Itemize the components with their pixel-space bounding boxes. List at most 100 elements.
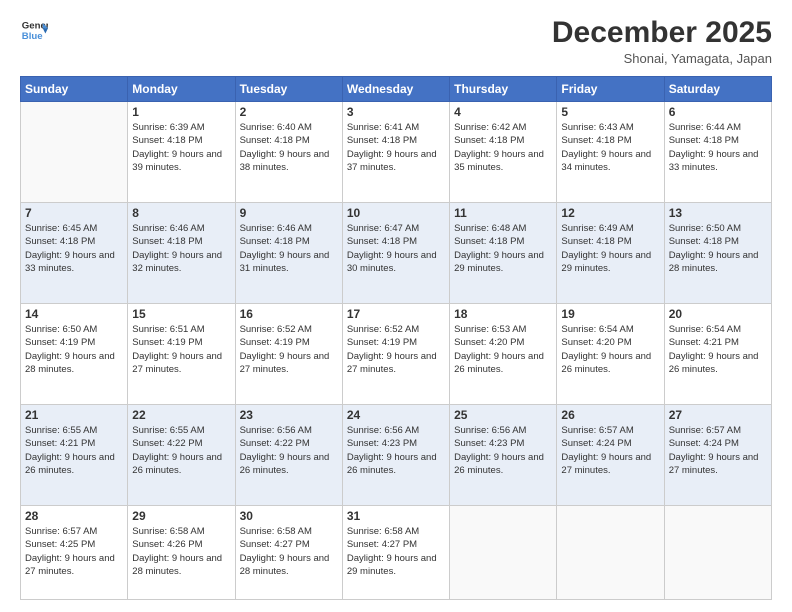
calendar-week-row: 14 Sunrise: 6:50 AMSunset: 4:19 PMDayligh…: [21, 304, 772, 405]
day-info: Sunrise: 6:52 AMSunset: 4:19 PMDaylight:…: [240, 323, 338, 376]
table-row: 6 Sunrise: 6:44 AMSunset: 4:18 PMDaylight…: [664, 102, 771, 203]
table-row: 30 Sunrise: 6:58 AMSunset: 4:27 PMDayligh…: [235, 506, 342, 600]
day-number: 19: [561, 307, 659, 321]
table-row: 27 Sunrise: 6:57 AMSunset: 4:24 PMDayligh…: [664, 405, 771, 506]
calendar-header-row: Sunday Monday Tuesday Wednesday Thursday…: [21, 77, 772, 102]
title-block: December 2025 Shonai, Yamagata, Japan: [552, 16, 772, 66]
table-row: 2Sunrise: 6:40 AMSunset: 4:18 PMDaylight…: [235, 102, 342, 203]
day-number: 27: [669, 408, 767, 422]
table-row: 19 Sunrise: 6:54 AMSunset: 4:20 PMDayligh…: [557, 304, 664, 405]
header-saturday: Saturday: [664, 77, 771, 102]
day-number: 17: [347, 307, 445, 321]
table-row: 4Sunrise: 6:42 AMSunset: 4:18 PMDaylight…: [450, 102, 557, 203]
header-wednesday: Wednesday: [342, 77, 449, 102]
day-number: 22: [132, 408, 230, 422]
day-info: Sunrise: 6:44 AMSunset: 4:18 PMDaylight:…: [669, 121, 767, 174]
day-number: 7: [25, 206, 123, 220]
day-info: Sunrise: 6:58 AMSunset: 4:27 PMDaylight:…: [347, 525, 445, 578]
day-number: 20: [669, 307, 767, 321]
day-number: 10: [347, 206, 445, 220]
day-info: Sunrise: 6:56 AMSunset: 4:22 PMDaylight:…: [240, 424, 338, 477]
day-info: Sunrise: 6:51 AMSunset: 4:19 PMDaylight:…: [132, 323, 230, 376]
calendar-week-row: 1 Sunrise: 6:39 AMSunset: 4:18 PMDaylight…: [21, 102, 772, 203]
calendar-week-row: 28 Sunrise: 6:57 AMSunset: 4:25 PMDayligh…: [21, 506, 772, 600]
calendar-table: Sunday Monday Tuesday Wednesday Thursday…: [20, 76, 772, 600]
day-number: 2: [240, 105, 338, 119]
day-info: Sunrise: 6:52 AMSunset: 4:19 PMDaylight:…: [347, 323, 445, 376]
table-row: 16 Sunrise: 6:52 AMSunset: 4:19 PMDayligh…: [235, 304, 342, 405]
day-info: Sunrise: 6:56 AMSunset: 4:23 PMDaylight:…: [454, 424, 552, 477]
table-row: 21 Sunrise: 6:55 AMSunset: 4:21 PMDayligh…: [21, 405, 128, 506]
svg-text:Blue: Blue: [22, 31, 43, 42]
table-row: 1 Sunrise: 6:39 AMSunset: 4:18 PMDaylight…: [128, 102, 235, 203]
day-number: 12: [561, 206, 659, 220]
table-row: 8 Sunrise: 6:46 AMSunset: 4:18 PMDaylight…: [128, 203, 235, 304]
day-info: Sunrise: 6:56 AMSunset: 4:23 PMDaylight:…: [347, 424, 445, 477]
day-number: 11: [454, 206, 552, 220]
day-number: 6: [669, 105, 767, 119]
day-number: 18: [454, 307, 552, 321]
day-number: 14: [25, 307, 123, 321]
day-info: Sunrise: 6:50 AMSunset: 4:19 PMDaylight:…: [25, 323, 123, 376]
day-number: 21: [25, 408, 123, 422]
day-number: 31: [347, 509, 445, 523]
day-info: Sunrise: 6:43 AMSunset: 4:18 PMDaylight:…: [561, 121, 659, 174]
day-info: Sunrise: 6:58 AMSunset: 4:27 PMDaylight:…: [240, 525, 338, 578]
header-tuesday: Tuesday: [235, 77, 342, 102]
day-number: 3: [347, 105, 445, 119]
day-number: 4: [454, 105, 552, 119]
day-number: 23: [240, 408, 338, 422]
table-row: 15 Sunrise: 6:51 AMSunset: 4:19 PMDayligh…: [128, 304, 235, 405]
day-number: 15: [132, 307, 230, 321]
table-row: 25 Sunrise: 6:56 AMSunset: 4:23 PMDayligh…: [450, 405, 557, 506]
table-row: [557, 506, 664, 600]
month-title: December 2025: [552, 16, 772, 49]
logo: General Blue: [20, 16, 48, 44]
table-row: 22 Sunrise: 6:55 AMSunset: 4:22 PMDayligh…: [128, 405, 235, 506]
table-row: 23 Sunrise: 6:56 AMSunset: 4:22 PMDayligh…: [235, 405, 342, 506]
header-thursday: Thursday: [450, 77, 557, 102]
day-info: Sunrise: 6:57 AMSunset: 4:25 PMDaylight:…: [25, 525, 123, 578]
table-row: 26Sunrise: 6:57 AMSunset: 4:24 PMDayligh…: [557, 405, 664, 506]
day-info: Sunrise: 6:54 AMSunset: 4:20 PMDaylight:…: [561, 323, 659, 376]
table-row: 17 Sunrise: 6:52 AMSunset: 4:19 PMDayligh…: [342, 304, 449, 405]
day-info: Sunrise: 6:53 AMSunset: 4:20 PMDaylight:…: [454, 323, 552, 376]
day-number: 16: [240, 307, 338, 321]
day-number: 28: [25, 509, 123, 523]
table-row: [21, 102, 128, 203]
table-row: 14 Sunrise: 6:50 AMSunset: 4:19 PMDayligh…: [21, 304, 128, 405]
day-number: 13: [669, 206, 767, 220]
day-info: Sunrise: 6:49 AMSunset: 4:18 PMDaylight:…: [561, 222, 659, 275]
header: General Blue December 2025 Shonai, Yamag…: [20, 16, 772, 66]
table-row: 20 Sunrise: 6:54 AMSunset: 4:21 PMDayligh…: [664, 304, 771, 405]
table-row: 28 Sunrise: 6:57 AMSunset: 4:25 PMDayligh…: [21, 506, 128, 600]
day-number: 25: [454, 408, 552, 422]
day-number: 1: [132, 105, 230, 119]
day-info: Sunrise: 6:48 AMSunset: 4:18 PMDaylight:…: [454, 222, 552, 275]
day-info: Sunrise: 6:39 AMSunset: 4:18 PMDaylight:…: [132, 121, 230, 174]
day-info: Sunrise: 6:47 AMSunset: 4:18 PMDaylight:…: [347, 222, 445, 275]
day-info: Sunrise: 6:57 AMSunset: 4:24 PMDaylight:…: [669, 424, 767, 477]
day-info: Sunrise: 6:46 AMSunset: 4:18 PMDaylight:…: [132, 222, 230, 275]
day-number: 8: [132, 206, 230, 220]
table-row: 24Sunrise: 6:56 AMSunset: 4:23 PMDayligh…: [342, 405, 449, 506]
day-number: 29: [132, 509, 230, 523]
day-number: 9: [240, 206, 338, 220]
page: General Blue December 2025 Shonai, Yamag…: [0, 0, 792, 612]
day-info: Sunrise: 6:55 AMSunset: 4:21 PMDaylight:…: [25, 424, 123, 477]
table-row: 7Sunrise: 6:45 AMSunset: 4:18 PMDaylight…: [21, 203, 128, 304]
day-info: Sunrise: 6:54 AMSunset: 4:21 PMDaylight:…: [669, 323, 767, 376]
calendar-week-row: 21 Sunrise: 6:55 AMSunset: 4:21 PMDayligh…: [21, 405, 772, 506]
table-row: 9 Sunrise: 6:46 AMSunset: 4:18 PMDaylight…: [235, 203, 342, 304]
day-info: Sunrise: 6:55 AMSunset: 4:22 PMDaylight:…: [132, 424, 230, 477]
calendar-week-row: 7Sunrise: 6:45 AMSunset: 4:18 PMDaylight…: [21, 203, 772, 304]
day-number: 5: [561, 105, 659, 119]
day-number: 30: [240, 509, 338, 523]
day-info: Sunrise: 6:41 AMSunset: 4:18 PMDaylight:…: [347, 121, 445, 174]
table-row: 31 Sunrise: 6:58 AMSunset: 4:27 PMDayligh…: [342, 506, 449, 600]
header-monday: Monday: [128, 77, 235, 102]
day-info: Sunrise: 6:50 AMSunset: 4:18 PMDaylight:…: [669, 222, 767, 275]
table-row: [450, 506, 557, 600]
logo-icon: General Blue: [20, 16, 48, 44]
day-info: Sunrise: 6:46 AMSunset: 4:18 PMDaylight:…: [240, 222, 338, 275]
